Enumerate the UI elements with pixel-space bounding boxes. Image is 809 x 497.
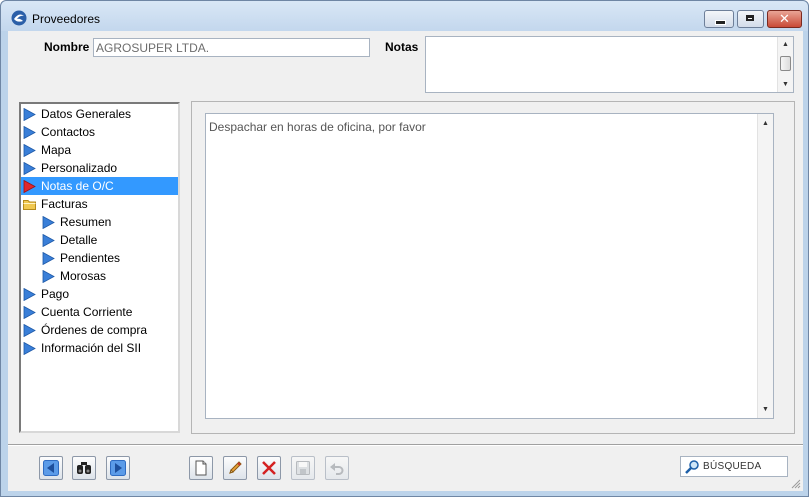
find-button[interactable] — [72, 456, 96, 480]
minimize-icon — [715, 20, 726, 25]
maximize-button[interactable] — [737, 10, 764, 28]
tree-item-label: Resumen — [60, 215, 112, 229]
tree-item-label: Morosas — [60, 269, 107, 283]
save-icon — [296, 461, 310, 475]
arrow-icon — [23, 288, 36, 301]
tree-item-label: Personalizado — [41, 161, 118, 175]
scroll-up-icon[interactable]: ▲ — [778, 39, 793, 51]
maximize-icon — [746, 15, 754, 21]
new-document-icon — [195, 460, 207, 476]
arrow-icon — [23, 324, 36, 337]
app-icon — [11, 10, 27, 26]
tree-item[interactable]: Pago — [21, 285, 178, 303]
previous-icon — [43, 460, 59, 476]
tree-item-label: Órdenes de compra — [41, 323, 148, 337]
tree-item-label: Facturas — [41, 197, 88, 211]
tree-item-label: Pendientes — [60, 251, 121, 265]
scroll-down-icon[interactable]: ▼ — [778, 79, 793, 91]
close-button[interactable]: ✕ — [767, 10, 802, 28]
search-icon — [685, 460, 699, 474]
tree-item[interactable]: Contactos — [21, 123, 178, 141]
delete-button[interactable] — [257, 456, 281, 480]
tree-item[interactable]: Resumen — [21, 213, 178, 231]
tree-item[interactable]: Notas de O/C — [21, 177, 178, 195]
arrow-icon — [23, 306, 36, 319]
scroll-up-icon[interactable]: ▲ — [758, 118, 773, 130]
notas-scrollbar[interactable]: ▲ ▼ — [777, 37, 793, 92]
scroll-down-icon[interactable]: ▼ — [758, 404, 773, 416]
folder-icon — [23, 200, 36, 210]
tree-item[interactable]: Detalle — [21, 231, 178, 249]
arrow-icon — [42, 270, 55, 283]
arrow-icon — [42, 216, 55, 229]
resize-grip-icon[interactable] — [790, 478, 801, 489]
tree-item[interactable]: Pendientes — [21, 249, 178, 267]
next-icon — [110, 460, 126, 476]
tree-item-label: Mapa — [41, 143, 72, 157]
tree-item[interactable]: Datos Generales — [21, 105, 178, 123]
tree-item-label: Cuenta Corriente — [41, 305, 133, 319]
save-button[interactable] — [291, 456, 315, 480]
nombre-input[interactable] — [93, 38, 370, 57]
arrow-icon — [42, 234, 55, 247]
previous-button[interactable] — [39, 456, 63, 480]
nota-oc-text: Despachar en horas de oficina, por favor — [209, 120, 426, 134]
tree-item[interactable]: Personalizado — [21, 159, 178, 177]
client-area: Nombre Notas ▲ ▼ Datos Generales Contacto… — [8, 31, 803, 491]
edit-button[interactable] — [223, 456, 247, 480]
red-arrow-icon — [23, 180, 36, 193]
tree-item-label: Información del SII — [41, 341, 142, 355]
nombre-label: Nombre — [44, 40, 90, 54]
arrow-icon — [42, 252, 55, 265]
content-panel: Despachar en horas de oficina, por favor… — [191, 101, 795, 434]
arrow-icon — [23, 342, 36, 355]
window-title: Proveedores — [32, 12, 101, 26]
navigation-tree: Datos Generales Contactos Mapa Personalizad… — [19, 102, 180, 433]
binoculars-icon — [77, 462, 91, 474]
undo-button[interactable] — [325, 456, 349, 480]
arrow-icon — [23, 108, 36, 121]
tree-item[interactable]: Órdenes de compra — [21, 321, 178, 339]
undo-icon — [330, 463, 344, 475]
notas-label: Notas — [385, 40, 419, 54]
new-button[interactable] — [189, 456, 213, 480]
separator — [8, 444, 803, 446]
window: Proveedores ✕ Nombre Notas ▲ ▼ Datos Gen… — [0, 0, 809, 497]
tree-item-label: Contactos — [41, 125, 96, 139]
tree-item[interactable]: Facturas — [21, 195, 178, 213]
arrow-icon — [23, 144, 36, 157]
tree-item[interactable]: Cuenta Corriente — [21, 303, 178, 321]
search-label: BÚSQUEDA — [703, 461, 762, 472]
tree-item[interactable]: Mapa — [21, 141, 178, 159]
arrow-icon — [23, 126, 36, 139]
close-icon: ✕ — [779, 11, 790, 26]
next-button[interactable] — [106, 456, 130, 480]
tree-item-label: Detalle — [60, 233, 98, 247]
tree-item[interactable]: Morosas — [21, 267, 178, 285]
title-bar[interactable]: Proveedores ✕ — [1, 1, 808, 31]
tree-item-label: Notas de O/C — [41, 179, 114, 193]
tree-item-label: Pago — [41, 287, 70, 301]
search-input[interactable]: BÚSQUEDA — [680, 456, 788, 477]
notas-textarea[interactable]: ▲ ▼ — [425, 36, 794, 93]
nota-scrollbar[interactable]: ▲ ▼ — [757, 114, 773, 418]
tree-item[interactable]: Información del SII — [21, 339, 178, 357]
minimize-button[interactable] — [704, 10, 734, 28]
arrow-icon — [23, 162, 36, 175]
edit-pencil-icon — [229, 461, 242, 474]
scroll-thumb[interactable] — [780, 56, 791, 71]
tree-item-label: Datos Generales — [41, 107, 132, 121]
nota-oc-textarea[interactable]: Despachar en horas de oficina, por favor… — [205, 113, 774, 419]
delete-icon — [262, 461, 276, 475]
